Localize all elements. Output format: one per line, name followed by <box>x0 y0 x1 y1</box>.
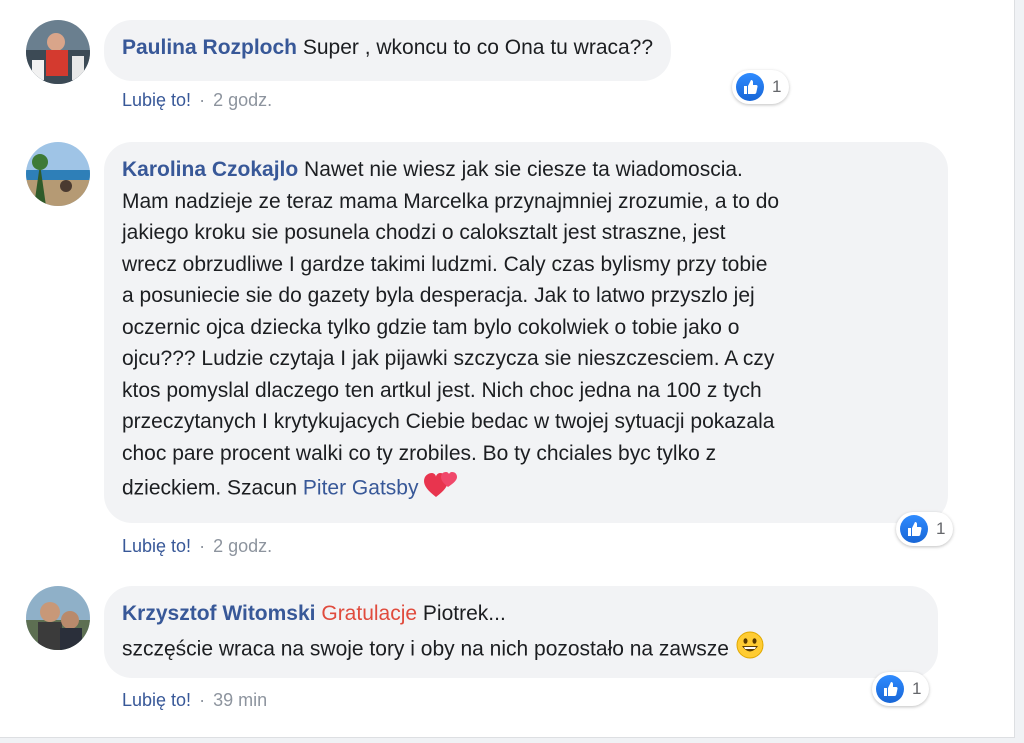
separator: · <box>199 690 206 710</box>
comment-line: jakiego kroku sie posunela chodzi o calo… <box>122 221 726 244</box>
reaction-count: 1 <box>772 77 782 96</box>
comment-actions: Lubię to! · 2 godz. <box>122 536 272 557</box>
reaction-count: 1 <box>912 679 922 698</box>
comment-line: Mam nadzieje ze teraz mama Marcelka przy… <box>122 189 780 213</box>
reaction-count: 1 <box>936 519 946 538</box>
reaction-summary[interactable]: 1 <box>732 70 790 104</box>
avatar[interactable] <box>26 20 90 84</box>
comments-panel: Paulina Rozploch Super , wkoncu to co On… <box>0 0 1015 738</box>
comment-time[interactable]: 2 godz. <box>213 90 272 111</box>
comment-line: dzieckiem. Szacun <box>122 476 303 500</box>
comment-line: Nawet nie wiesz jak sie ciesze ta wiadom… <box>298 158 743 181</box>
comment-line: a posuniecie sie do gazety byla desperac… <box>122 284 755 307</box>
comment-bubble: Krzysztof Witomski Gratulacje Piotrek...… <box>104 586 938 678</box>
comment-author[interactable]: Paulina Rozploch <box>122 36 297 59</box>
comment-line: szczęście wraca na swoje tory i oby na n… <box>122 636 729 660</box>
comment-author[interactable]: Karolina Czokajlo <box>122 158 298 181</box>
comment-bubble: Karolina Czokajlo Nawet nie wiesz jak si… <box>104 142 948 523</box>
comment-actions: Lubię to! · 2 godz. <box>122 90 272 111</box>
comment-time[interactable]: 39 min <box>213 690 267 711</box>
comment-line: wrecz obrzudliwe I gardze takimi ludzmi.… <box>122 252 768 276</box>
like-button[interactable]: Lubię to! <box>122 536 191 557</box>
like-button[interactable]: Lubię to! <box>122 690 191 711</box>
comment-line: ojcu??? Ludzie czytaja I jak pijawki szc… <box>122 347 775 370</box>
comment-actions: Lubię to! · 39 min <box>122 690 267 711</box>
like-reaction-icon <box>900 515 928 543</box>
comment-text: Super , wkoncu to co Ona tu wraca?? <box>297 36 654 59</box>
comment-line: ktos pomyslal dlaczego ten artkul jest. … <box>122 378 762 402</box>
two-hearts-emoji-icon <box>424 469 458 509</box>
comment-time[interactable]: 2 godz. <box>213 536 272 557</box>
mention-link[interactable]: Gratulacje <box>321 602 417 625</box>
avatar[interactable] <box>26 142 90 206</box>
reaction-summary[interactable]: 1 <box>896 512 954 546</box>
comment-bubble: Paulina Rozploch Super , wkoncu to co On… <box>104 20 672 81</box>
comment-line: choc pare procent walki co ty zrobiles. … <box>122 441 717 465</box>
comment-text: Piotrek... <box>417 602 506 625</box>
comment-line: przeczytanych I krytykujacych Ciebie bed… <box>122 410 775 433</box>
reaction-summary[interactable]: 1 <box>872 672 930 706</box>
like-reaction-icon <box>876 675 904 703</box>
grinning-emoji-icon <box>735 630 765 670</box>
comment-author[interactable]: Krzysztof Witomski <box>122 602 316 625</box>
mention-link[interactable]: Piter Gatsby <box>303 476 419 499</box>
like-reaction-icon <box>736 73 764 101</box>
like-button[interactable]: Lubię to! <box>122 90 191 111</box>
separator: · <box>199 536 206 556</box>
separator: · <box>199 90 206 110</box>
comment-line: oczernic ojca dziecka tylko gdzie tam by… <box>122 315 740 339</box>
avatar[interactable] <box>26 586 90 650</box>
